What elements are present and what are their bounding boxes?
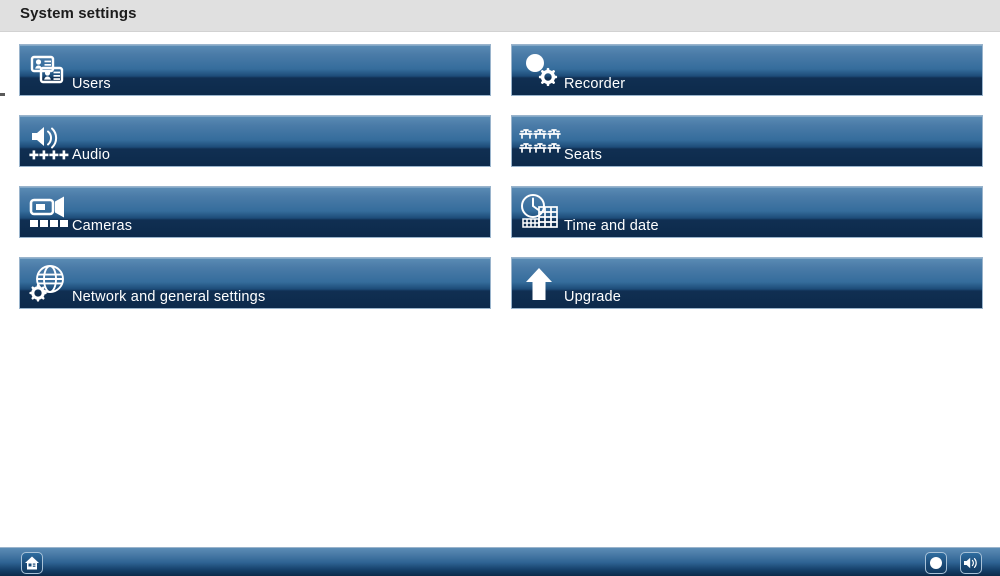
record-circle-icon <box>930 557 942 569</box>
edge-artifact <box>0 93 5 96</box>
tile-label: Network and general settings <box>72 289 266 305</box>
record-gear-icon <box>518 49 562 93</box>
tile-label: Upgrade <box>564 289 622 305</box>
id-cards-icon <box>26 49 70 93</box>
tile-recorder[interactable]: Recorder <box>511 44 983 96</box>
tile-network-and-general-settings[interactable]: Network and general settings <box>19 257 491 309</box>
bottom-status-bar <box>0 547 1000 576</box>
tile-label: Recorder <box>564 76 626 92</box>
clock-calendar-icon <box>518 191 562 235</box>
volume-button[interactable] <box>960 552 982 574</box>
home-button[interactable] <box>21 552 43 574</box>
tile-audio[interactable]: Audio <box>19 115 491 167</box>
page-title: System settings <box>20 5 137 22</box>
tile-label: Time and date <box>564 218 659 234</box>
header-bar: System settings <box>0 0 1000 32</box>
speaker-icon <box>964 557 977 569</box>
tile-label: Cameras <box>72 218 133 234</box>
seats-grid-icon <box>518 120 562 164</box>
record-button[interactable] <box>925 552 947 574</box>
tile-users[interactable]: Users <box>19 44 491 96</box>
video-camera-icon <box>26 191 70 235</box>
tile-seats[interactable]: Seats <box>511 115 983 167</box>
up-arrow-icon <box>518 262 562 306</box>
tile-time-and-date[interactable]: Time and date <box>511 186 983 238</box>
tile-cameras[interactable]: Cameras <box>19 186 491 238</box>
globe-gear-icon <box>26 262 70 306</box>
tile-label: Seats <box>564 147 603 163</box>
tile-upgrade[interactable]: Upgrade <box>511 257 983 309</box>
speaker-faders-icon <box>26 120 70 164</box>
home-icon <box>25 556 39 570</box>
tile-label: Audio <box>72 147 111 163</box>
tile-label: Users <box>72 76 111 92</box>
